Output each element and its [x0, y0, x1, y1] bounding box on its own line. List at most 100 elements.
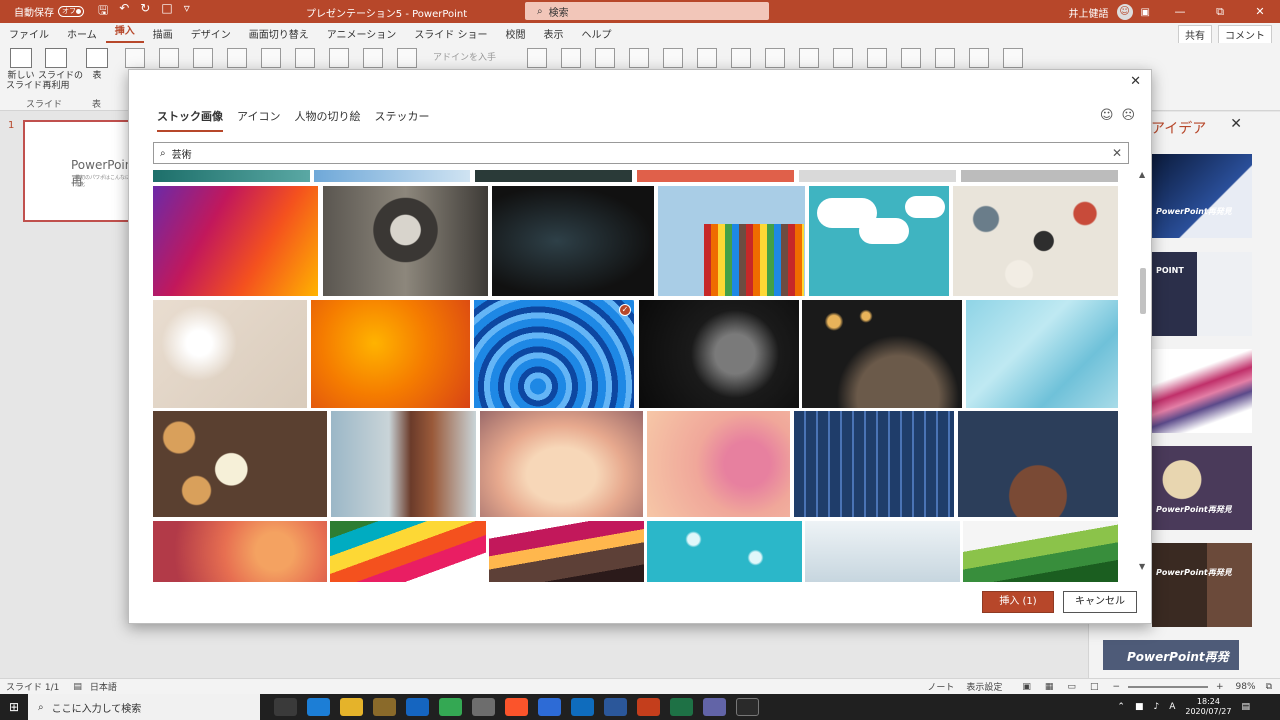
ie-icon[interactable] — [406, 698, 429, 716]
app2-icon[interactable] — [538, 698, 561, 716]
tab-home[interactable]: ホーム — [58, 26, 106, 41]
image-tile selected[interactable]: ✓ — [474, 300, 634, 408]
image-tile[interactable] — [961, 170, 1118, 182]
clock[interactable]: 18:24 2020/07/27 — [1185, 697, 1231, 717]
tab-stickers[interactable]: ステッカー — [374, 108, 429, 132]
slideshow-view-icon[interactable]: □ — [1090, 682, 1099, 692]
brave-icon[interactable] — [505, 698, 528, 716]
save-icon[interactable]: 🖫 — [98, 1, 108, 22]
ribbon-display-icon[interactable]: ▣ — [1141, 7, 1150, 18]
chrome-alt-icon[interactable] — [472, 698, 495, 716]
dialog-close-icon[interactable]: ✕ — [1130, 74, 1141, 89]
design-idea-5[interactable]: PowerPoint再発見 — [1152, 543, 1252, 627]
image-tile[interactable] — [153, 170, 310, 182]
tab-transitions[interactable]: 画面切り替え — [240, 26, 318, 41]
tab-help[interactable]: ヘルプ — [573, 26, 621, 41]
zoom-in-icon[interactable]: + — [1216, 682, 1224, 692]
image-tile[interactable] — [953, 186, 1118, 296]
restore-icon[interactable]: ⧉ — [1200, 0, 1240, 23]
excel-icon[interactable] — [670, 698, 693, 716]
image-tile[interactable] — [153, 300, 307, 408]
reading-view-icon[interactable]: ▭ — [1067, 682, 1076, 692]
reuse-slide-button[interactable]: スライドの 再利用 — [38, 48, 83, 91]
image-tile[interactable] — [963, 521, 1118, 582]
image-tile[interactable] — [311, 300, 470, 408]
image-tile[interactable] — [153, 521, 327, 582]
tab-design[interactable]: デザイン — [182, 26, 240, 41]
app-icon[interactable] — [373, 698, 396, 716]
image-tile[interactable] — [331, 411, 476, 517]
share-button[interactable]: 共有 — [1178, 25, 1212, 44]
image-tile[interactable] — [647, 521, 802, 582]
image-tile[interactable] — [958, 411, 1118, 517]
powerpoint-icon[interactable] — [637, 698, 660, 716]
zoom-level[interactable]: 98% — [1236, 682, 1256, 692]
image-tile[interactable] — [480, 411, 643, 517]
designer-close-icon[interactable]: ✕ — [1230, 116, 1242, 132]
new-slide-button[interactable]: 新しい スライド — [6, 48, 42, 91]
image-tile[interactable] — [805, 521, 960, 582]
tab-review[interactable]: 校閲 — [497, 26, 535, 41]
image-tile[interactable] — [809, 186, 949, 296]
image-tile[interactable] — [330, 521, 486, 582]
app3-icon[interactable] — [736, 698, 759, 716]
close-icon[interactable]: ✕ — [1240, 0, 1280, 23]
tab-cutout-people[interactable]: 人物の切り絵 — [294, 108, 360, 132]
image-tile[interactable] — [799, 170, 956, 182]
smile-icon[interactable]: ☺ — [1100, 108, 1114, 123]
redo-icon[interactable]: ↻ — [140, 1, 150, 22]
scroll-up-icon[interactable]: ▲ — [1139, 170, 1145, 179]
task-view-icon[interactable] — [274, 698, 297, 716]
image-tile[interactable] — [314, 170, 470, 182]
fit-slide-icon[interactable]: ⧉ — [1266, 682, 1272, 692]
network-icon[interactable]: ■ — [1135, 702, 1144, 712]
tab-view[interactable]: 表示 — [535, 26, 573, 41]
image-tile[interactable] — [153, 186, 318, 296]
notes-button[interactable]: ノート — [927, 680, 954, 693]
chrome-icon[interactable] — [439, 698, 462, 716]
autosave-switch[interactable]: オフ — [58, 6, 84, 17]
tab-draw[interactable]: 描画 — [144, 26, 182, 41]
avatar[interactable]: ☺ — [1116, 4, 1133, 20]
file-explorer-icon[interactable] — [340, 698, 363, 716]
scroll-down-icon[interactable]: ▼ — [1139, 562, 1145, 571]
design-idea-1[interactable]: PowerPoint再発見 — [1152, 154, 1252, 238]
design-idea-3[interactable] — [1152, 349, 1252, 433]
image-tile[interactable] — [492, 186, 654, 296]
table-button[interactable]: 表 — [84, 48, 110, 81]
design-idea-2[interactable]: POINT — [1152, 252, 1252, 336]
image-tile[interactable] — [658, 186, 805, 296]
display-settings-button[interactable]: 表示設定 — [966, 680, 1002, 693]
customize-qat-icon[interactable]: ▿ — [184, 1, 190, 22]
tab-insert[interactable]: 挿入 — [105, 23, 144, 43]
tab-animations[interactable]: アニメーション — [318, 26, 406, 41]
zoom-slider[interactable] — [1128, 685, 1208, 688]
outlook-icon[interactable] — [571, 698, 594, 716]
tab-icons[interactable]: アイコン — [237, 108, 280, 132]
minimize-icon[interactable]: — — [1160, 0, 1200, 23]
image-tile[interactable] — [794, 411, 954, 517]
design-idea-4[interactable]: PowerPoint再発見 — [1152, 446, 1252, 530]
windows-start-icon[interactable]: ⊞ — [0, 700, 28, 714]
tab-file[interactable]: ファイル — [0, 26, 58, 41]
volume-icon[interactable]: ♪ — [1153, 702, 1159, 712]
word-icon[interactable] — [604, 698, 627, 716]
image-tile[interactable] — [647, 411, 790, 517]
taskbar-search[interactable]: ⌕ ここに入力して検索 — [28, 694, 260, 720]
title-search-box[interactable]: ⌕ 検索 — [525, 2, 769, 20]
edge-icon[interactable] — [307, 698, 330, 716]
cancel-button[interactable]: キャンセル — [1063, 591, 1137, 613]
design-idea-6[interactable]: PowerPoint再発 — [1103, 640, 1239, 670]
undo-icon[interactable]: ↶ — [119, 1, 129, 22]
zoom-out-icon[interactable]: − — [1112, 682, 1120, 692]
ime-icon[interactable]: A — [1169, 702, 1175, 712]
teams-icon[interactable] — [703, 698, 726, 716]
image-tile[interactable] — [475, 170, 632, 182]
language-status[interactable]: 日本語 — [90, 680, 117, 693]
image-tile[interactable] — [802, 300, 962, 408]
comment-button[interactable]: コメント — [1218, 25, 1272, 44]
tab-stock-images[interactable]: ストック画像 — [157, 108, 223, 132]
notification-icon[interactable]: ▤ — [1241, 702, 1250, 712]
scroll-thumb[interactable] — [1140, 268, 1146, 314]
slideshow-icon[interactable]: □ — [161, 1, 172, 22]
